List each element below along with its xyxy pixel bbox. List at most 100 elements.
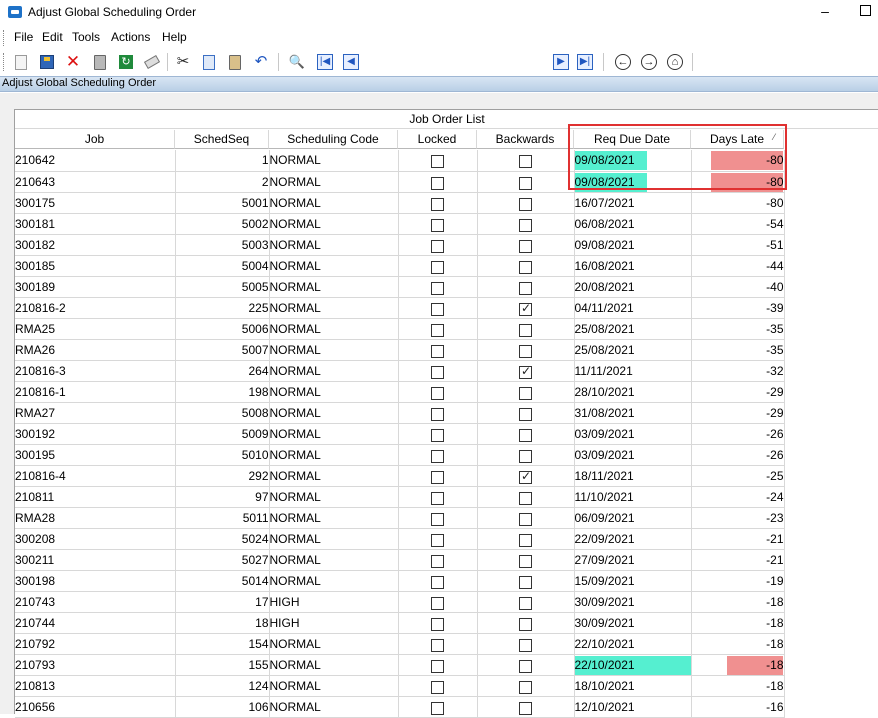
cell-job[interactable]: 300182 [15,234,176,256]
locked-checkbox[interactable] [431,302,444,316]
cell-scheduling-code[interactable]: NORMAL [269,255,399,277]
paste-special-icon[interactable] [226,53,244,71]
locked-checkbox[interactable] [431,575,444,589]
cell-schedseq[interactable]: 5002 [175,213,270,235]
cell-days-late[interactable]: -23 [691,507,785,529]
cell-backwards[interactable] [477,234,575,256]
cell-backwards[interactable] [477,192,575,214]
table-row[interactable]: 300208 5024 NORMAL 22/09/2021 -21 [15,528,785,550]
cell-days-late[interactable]: -18 [691,675,785,697]
cell-days-late[interactable]: -18 [691,612,785,634]
locked-checkbox[interactable] [431,365,444,379]
cell-scheduling-code[interactable]: NORMAL [269,318,399,340]
cell-job[interactable]: 210793 [15,654,176,676]
cell-backwards[interactable] [477,318,575,340]
cell-job[interactable]: 210642 [15,150,176,172]
backwards-checkbox[interactable] [519,281,532,295]
locked-checkbox[interactable] [431,596,444,610]
table-row[interactable]: 300211 5027 NORMAL 27/09/2021 -21 [15,549,785,571]
cell-backwards[interactable] [477,507,575,529]
cell-schedseq[interactable]: 5008 [175,402,270,424]
cell-backwards[interactable] [477,255,575,277]
cell-schedseq[interactable]: 17 [175,591,270,613]
backwards-checkbox[interactable] [519,407,532,421]
cell-days-late[interactable]: -32 [691,360,785,382]
locked-checkbox[interactable] [431,701,444,715]
cell-req-due-date[interactable]: 27/09/2021 [574,549,692,571]
cell-backwards[interactable] [477,612,575,634]
cell-backwards[interactable] [477,591,575,613]
cell-scheduling-code[interactable]: NORMAL [269,234,399,256]
backwards-checkbox[interactable] [519,364,532,379]
table-row[interactable]: 210811 97 NORMAL 11/10/2021 -24 [15,486,785,508]
cell-days-late[interactable]: -21 [691,549,785,571]
backwards-checkbox[interactable] [519,575,532,589]
backwards-checkbox[interactable] [519,176,532,190]
cell-scheduling-code[interactable]: NORMAL [269,150,399,172]
cell-locked[interactable] [398,612,478,634]
menu-actions[interactable]: Actions [111,30,150,44]
cell-scheduling-code[interactable]: NORMAL [269,381,399,403]
backwards-checkbox[interactable] [519,428,532,442]
cell-backwards[interactable] [477,171,575,193]
table-row[interactable]: 300185 5004 NORMAL 16/08/2021 -44 [15,255,785,277]
locked-checkbox[interactable] [431,218,444,232]
backwards-checkbox[interactable] [519,218,532,232]
menu-edit[interactable]: Edit [42,30,63,44]
cell-req-due-date[interactable]: 18/10/2021 [574,675,692,697]
cell-req-due-date[interactable]: 03/09/2021 [574,444,692,466]
cell-schedseq[interactable]: 5027 [175,549,270,571]
cell-days-late[interactable]: -18 [691,633,785,655]
table-row[interactable]: 210642 1 NORMAL 09/08/2021 -80 [15,150,785,172]
backwards-checkbox[interactable] [519,533,532,547]
cell-req-due-date[interactable]: 16/08/2021 [574,255,692,277]
locked-checkbox[interactable] [431,470,444,484]
cell-schedseq[interactable]: 5024 [175,528,270,550]
cell-days-late[interactable]: -51 [691,234,785,256]
cell-scheduling-code[interactable]: NORMAL [269,423,399,445]
cell-schedseq[interactable]: 154 [175,633,270,655]
cell-scheduling-code[interactable]: NORMAL [269,549,399,571]
cell-req-due-date[interactable]: 30/09/2021 [574,591,692,613]
cell-job[interactable]: 300181 [15,213,176,235]
cell-scheduling-code[interactable]: NORMAL [269,528,399,550]
eraser-icon[interactable] [143,53,161,71]
cell-locked[interactable] [398,213,478,235]
refresh-icon[interactable]: ↻ [117,53,135,71]
backwards-checkbox[interactable] [519,469,532,484]
cell-locked[interactable] [398,528,478,550]
column-header-schedseq[interactable]: SchedSeq [175,130,269,149]
cell-req-due-date[interactable]: 16/07/2021 [574,192,692,214]
cell-schedseq[interactable]: 5011 [175,507,270,529]
cell-req-due-date[interactable]: 25/08/2021 [574,318,692,340]
minimize-button[interactable]: – [814,2,836,22]
backwards-checkbox[interactable] [519,260,532,274]
cell-days-late[interactable]: -25 [691,465,785,487]
cell-backwards[interactable] [477,486,575,508]
locked-checkbox[interactable] [431,155,444,169]
cell-days-late[interactable]: -80 [691,192,785,214]
backwards-checkbox[interactable] [519,659,532,673]
backwards-checkbox[interactable] [519,512,532,526]
cell-schedseq[interactable]: 5010 [175,444,270,466]
cell-scheduling-code[interactable]: NORMAL [269,213,399,235]
cell-locked[interactable] [398,591,478,613]
locked-checkbox[interactable] [431,239,444,253]
cell-req-due-date[interactable]: 04/11/2021 [574,297,692,319]
table-row[interactable]: RMA28 5011 NORMAL 06/09/2021 -23 [15,507,785,529]
cell-scheduling-code[interactable]: NORMAL [269,402,399,424]
cell-scheduling-code[interactable]: NORMAL [269,570,399,592]
cell-locked[interactable] [398,507,478,529]
cell-req-due-date[interactable]: 28/10/2021 [574,381,692,403]
cell-schedseq[interactable]: 5007 [175,339,270,361]
cell-schedseq[interactable]: 18 [175,612,270,634]
backwards-checkbox[interactable] [519,239,532,253]
cell-job[interactable]: 300208 [15,528,176,550]
cell-schedseq[interactable]: 97 [175,486,270,508]
cell-locked[interactable] [398,423,478,445]
cell-job[interactable]: 300211 [15,549,176,571]
cell-req-due-date[interactable]: 03/09/2021 [574,423,692,445]
cell-job[interactable]: 300189 [15,276,176,298]
table-row[interactable]: 300175 5001 NORMAL 16/07/2021 -80 [15,192,785,214]
table-row[interactable]: 210816-3264NORMAL 11/11/2021 -32 [15,360,785,382]
